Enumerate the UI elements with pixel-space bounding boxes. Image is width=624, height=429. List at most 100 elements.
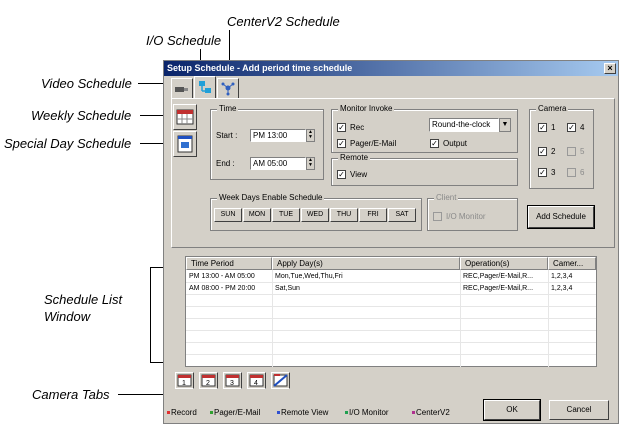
camera-2-checkbox[interactable]: ✓ <box>538 147 547 156</box>
camera-2-label: 2 <box>551 147 556 156</box>
camera-4-icon: 4 <box>249 374 264 387</box>
camera-tab-all[interactable] <box>271 372 290 389</box>
callout-video-schedule: Video Schedule <box>41 76 132 91</box>
leader-line <box>150 267 151 363</box>
camera-6-label: 6 <box>580 168 585 177</box>
output-checkbox[interactable]: ✓ <box>430 139 439 148</box>
legend-io-swatch <box>345 411 348 415</box>
legend-centerv2-swatch <box>412 411 415 415</box>
grid-line <box>186 282 596 283</box>
legend-record-label: Record <box>171 408 197 417</box>
legend-pager-label: Pager/E-Mail <box>214 408 261 417</box>
all-cameras-icon <box>273 374 288 387</box>
column-header-apply-days[interactable]: Apply Day(s) <box>272 257 460 270</box>
legend-pager-swatch <box>210 411 213 415</box>
grid-line <box>186 354 596 355</box>
camera-3-icon: 3 <box>225 374 240 387</box>
rec-label: Rec <box>350 123 365 132</box>
mode-select-value: Round-the-clock <box>432 120 491 129</box>
camera-tab-number: 2 <box>206 380 210 387</box>
callout-camera-tabs: Camera Tabs <box>32 387 110 402</box>
camera-tab-2[interactable]: 2 <box>199 372 218 389</box>
cell-operations: REC,Pager/E-Mail,R... <box>463 273 534 280</box>
day-button-tue[interactable]: TUE <box>272 208 300 222</box>
cancel-button[interactable]: Cancel <box>549 400 609 420</box>
grid-line <box>186 318 596 319</box>
camera-5-checkbox <box>567 147 576 156</box>
legend-remote-swatch <box>277 411 280 415</box>
remote-group-label: Remote <box>338 153 371 162</box>
camera-tab-4[interactable]: 4 <box>247 372 266 389</box>
end-time-spinner[interactable]: ▲ ▼ <box>306 157 315 170</box>
camera-tab-number: 1 <box>182 380 186 387</box>
cell-apply-days: Mon,Tue,Wed,Thu,Fri <box>275 273 343 280</box>
pager-email-checkbox[interactable]: ✓ <box>337 139 346 148</box>
grid-line <box>186 342 596 343</box>
end-time-input[interactable]: AM 05:00 <box>250 157 306 170</box>
tab-centerv2-schedule[interactable] <box>217 78 239 98</box>
camera-6-checkbox <box>567 168 576 177</box>
special-day-calendar-icon <box>177 135 193 153</box>
close-button[interactable]: × <box>604 63 616 74</box>
ok-button[interactable]: OK <box>483 399 541 421</box>
grid-line <box>186 306 596 307</box>
legend-io: I/O Monitor <box>345 408 389 417</box>
camera-1-checkbox[interactable]: ✓ <box>538 123 547 132</box>
column-header-operations[interactable]: Operation(s) <box>460 257 548 270</box>
column-header-time-period[interactable]: Time Period <box>186 257 272 270</box>
cell-time-period: AM 08:00 - PM 20:00 <box>189 285 256 292</box>
time-group-label: Time <box>217 104 239 113</box>
mode-select[interactable]: Round-the-clock <box>429 118 499 132</box>
tab-io-schedule[interactable] <box>194 76 216 98</box>
cell-camera: 1,2,3,4 <box>551 285 573 292</box>
mode-select-dropdown-button[interactable]: ▼ <box>499 118 511 132</box>
callout-centerv2-schedule: CenterV2 Schedule <box>227 14 340 29</box>
callout-io-schedule: I/O Schedule <box>146 33 222 48</box>
view-checkbox[interactable]: ✓ <box>337 170 346 179</box>
tab-special-day-schedule[interactable] <box>173 131 197 157</box>
weekly-calendar-icon <box>176 109 194 125</box>
legend-pager: Pager/E-Mail <box>210 408 260 417</box>
camera-4-label: 4 <box>580 123 585 132</box>
camera-3-checkbox[interactable]: ✓ <box>538 168 547 177</box>
add-schedule-button[interactable]: Add Schedule <box>527 205 595 229</box>
day-button-wed[interactable]: WED <box>301 208 329 222</box>
camera-tab-3[interactable]: 3 <box>223 372 242 389</box>
day-button-mon[interactable]: MON <box>243 208 271 222</box>
view-label: View <box>350 170 368 179</box>
cell-time-period: PM 13:00 - AM 05:00 <box>189 273 255 280</box>
end-label: End : <box>216 159 235 168</box>
legend-record-swatch <box>167 411 170 415</box>
legend-remote: Remote View <box>277 408 328 417</box>
weekdays-group-label: Week Days Enable Schedule <box>217 193 325 202</box>
day-button-sun[interactable]: SUN <box>214 208 242 222</box>
cell-operations: REC,Pager/E-Mail,R... <box>463 285 534 292</box>
callout-special-day-schedule: Special Day Schedule <box>4 136 132 151</box>
grid-line <box>186 294 596 295</box>
day-button-fri[interactable]: FRI <box>359 208 387 222</box>
day-button-thu[interactable]: THU <box>330 208 358 222</box>
dialog-title: Setup Schedule - Add period time schedul… <box>167 63 353 73</box>
camera-4-checkbox[interactable]: ✓ <box>567 123 576 132</box>
start-label: Start : <box>216 131 238 140</box>
monitor-invoke-label: Monitor Invoke <box>338 104 395 113</box>
tab-video-schedule[interactable] <box>171 78 193 98</box>
rec-checkbox[interactable]: ✓ <box>337 123 346 132</box>
camera-tab-1[interactable]: 1 <box>175 372 194 389</box>
callout-weekly-schedule: Weekly Schedule <box>31 108 132 123</box>
setup-schedule-dialog: Setup Schedule - Add period time schedul… <box>163 60 619 424</box>
schedule-list[interactable]: Time Period Apply Day(s) Operation(s) Ca… <box>185 256 597 367</box>
camera-tab-number: 3 <box>230 380 234 387</box>
io-monitor-label: I/O Monitor <box>446 212 486 221</box>
day-button-sat[interactable]: SAT <box>388 208 416 222</box>
column-header-camera[interactable]: Camer... <box>548 257 596 270</box>
centerv2-network-icon <box>221 82 235 96</box>
camera-1-icon: 1 <box>177 374 192 387</box>
io-monitor-checkbox <box>433 212 442 221</box>
cell-apply-days: Sat,Sun <box>275 285 300 292</box>
callout-schedule-list-line1: Schedule List <box>44 292 123 307</box>
start-time-spinner[interactable]: ▲ ▼ <box>306 129 315 142</box>
start-time-input[interactable]: PM 13:00 <box>250 129 306 142</box>
camera-group-label: Camera <box>536 104 569 113</box>
tab-weekly-schedule[interactable] <box>173 104 197 130</box>
